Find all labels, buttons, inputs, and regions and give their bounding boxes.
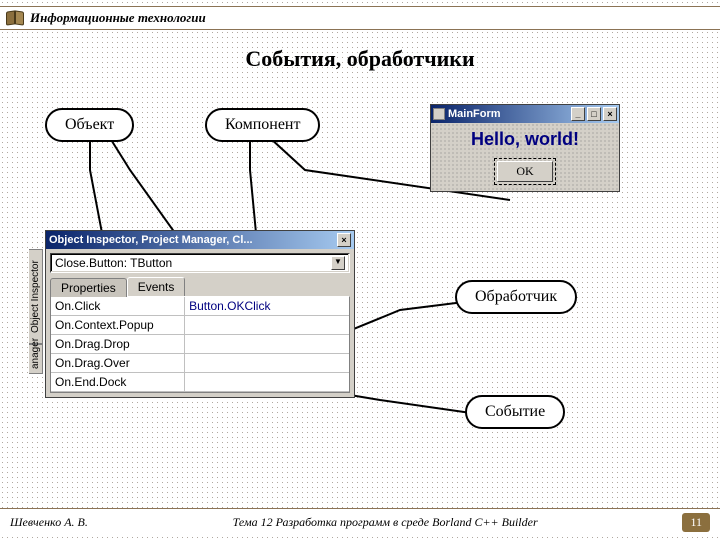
mainform-titlebar: MainForm _ □ × bbox=[431, 105, 619, 123]
table-row[interactable]: On.Context.Popup bbox=[51, 316, 349, 335]
event-name: On.End.Dock bbox=[51, 373, 185, 391]
book-icon bbox=[6, 11, 24, 25]
header-bar: Информационные технологии bbox=[0, 6, 720, 30]
footer: Шевченко А. В. Тема 12 Разработка програ… bbox=[0, 508, 720, 536]
side-tabs: Object Inspector anager bbox=[29, 249, 46, 374]
inspector-titlebar: Object Inspector, Project Manager, Cl...… bbox=[46, 231, 354, 249]
tab-properties[interactable]: Properties bbox=[50, 278, 127, 297]
inspector-tabs: Properties Events bbox=[46, 277, 354, 296]
close-button[interactable]: × bbox=[603, 107, 617, 121]
minimize-button[interactable]: _ bbox=[571, 107, 585, 121]
footer-theme: Тема 12 Разработка программ в среде Borl… bbox=[88, 515, 683, 530]
event-handler[interactable] bbox=[185, 373, 349, 391]
object-inspector-window: Object Inspector anager Object Inspector… bbox=[45, 230, 355, 398]
slide-title: События, обработчики bbox=[0, 46, 720, 72]
ok-button[interactable]: OK bbox=[497, 161, 552, 182]
table-row[interactable]: On.Drag.Over bbox=[51, 354, 349, 373]
combo-value: Close.Button: TButton bbox=[55, 256, 172, 270]
inspector-close-button[interactable]: × bbox=[337, 233, 351, 247]
side-tab-manager[interactable]: anager bbox=[29, 344, 43, 374]
hello-label: Hello, world! bbox=[437, 129, 613, 150]
ok-selection: OK bbox=[494, 158, 555, 185]
event-handler[interactable] bbox=[185, 335, 349, 353]
header-title: Информационные технологии bbox=[30, 10, 206, 26]
app-icon bbox=[433, 108, 445, 120]
events-grid: On.Click Button.OKClick On.Context.Popup… bbox=[50, 296, 350, 393]
mainform-body: Hello, world! OK bbox=[431, 123, 619, 191]
event-handler[interactable] bbox=[185, 316, 349, 334]
mainform-window: MainForm _ □ × Hello, world! OK bbox=[430, 104, 620, 192]
callout-handler: Обработчик bbox=[455, 280, 577, 314]
component-combo[interactable]: Close.Button: TButton ▼ bbox=[50, 253, 350, 273]
table-row[interactable]: On.Drag.Drop bbox=[51, 335, 349, 354]
event-handler[interactable]: Button.OKClick bbox=[185, 297, 349, 315]
callout-component: Компонент bbox=[205, 108, 320, 142]
callout-object: Объект bbox=[45, 108, 134, 142]
maximize-button[interactable]: □ bbox=[587, 107, 601, 121]
footer-author: Шевченко А. В. bbox=[10, 515, 88, 530]
tab-events[interactable]: Events bbox=[127, 277, 186, 296]
mainform-title: MainForm bbox=[448, 108, 501, 120]
callout-event: Событие bbox=[465, 395, 565, 429]
side-tab-inspector[interactable]: Object Inspector bbox=[29, 249, 43, 344]
page-number: 11 bbox=[682, 513, 710, 532]
event-handler[interactable] bbox=[185, 354, 349, 372]
event-name: On.Context.Popup bbox=[51, 316, 185, 334]
inspector-title: Object Inspector, Project Manager, Cl... bbox=[49, 234, 253, 246]
table-row[interactable]: On.End.Dock bbox=[51, 373, 349, 392]
table-row[interactable]: On.Click Button.OKClick bbox=[51, 297, 349, 316]
event-name: On.Click bbox=[51, 297, 185, 315]
chevron-down-icon: ▼ bbox=[331, 256, 345, 270]
event-name: On.Drag.Drop bbox=[51, 335, 185, 353]
event-name: On.Drag.Over bbox=[51, 354, 185, 372]
